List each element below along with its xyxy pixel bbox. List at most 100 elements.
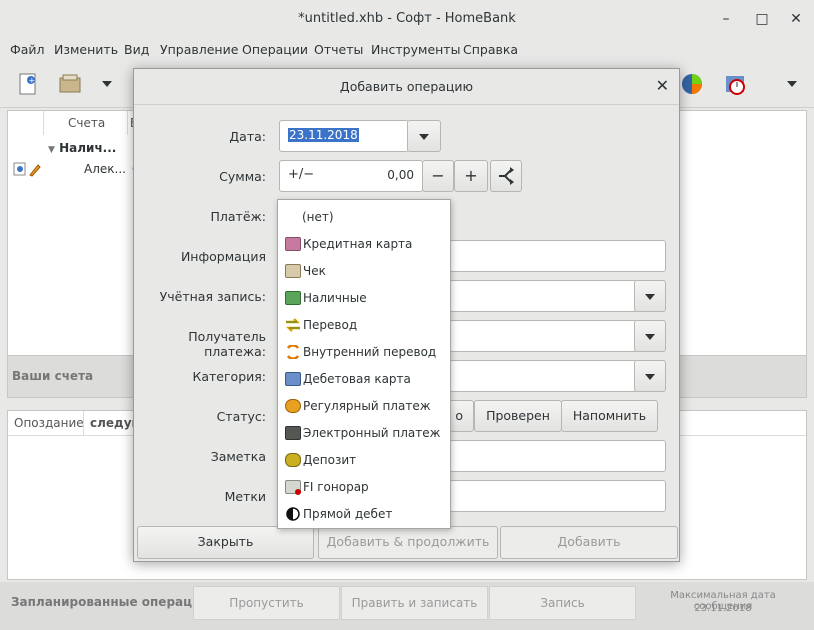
amount-input[interactable]: +/− 0,00 <box>279 160 423 192</box>
payment-option[interactable]: Регулярный платеж <box>278 393 450 420</box>
payment-option[interactable]: Чек <box>278 258 450 285</box>
menubar: Файл Изменить Вид Управление Операции От… <box>0 38 814 62</box>
payment-option[interactable]: Наличные <box>278 285 450 312</box>
account-row-label[interactable]: Алек... <box>84 162 126 176</box>
chevron-down-icon <box>645 334 655 340</box>
open-file-icon[interactable] <box>58 72 82 96</box>
col-late[interactable]: Опоздание <box>8 411 84 435</box>
payment-option[interactable]: Кредитная карта <box>278 231 450 258</box>
payment-option[interactable]: Дебетовая карта <box>278 366 450 393</box>
chevron-down-icon <box>645 374 655 380</box>
menu-manage[interactable]: Управление <box>160 42 238 57</box>
transfer-icon <box>285 318 301 332</box>
chart-clock-icon[interactable] <box>724 72 748 96</box>
menu-file[interactable]: Файл <box>10 42 45 57</box>
accounts-footer-label: Ваши счета <box>12 369 94 383</box>
amount-minus-button[interactable]: − <box>422 160 454 192</box>
payment-option-label: Наличные <box>303 291 367 305</box>
amount-label: Сумма: <box>219 169 266 184</box>
pie-chart-icon[interactable] <box>680 72 704 96</box>
status-reconciled-button[interactable]: Проверен <box>474 400 562 432</box>
deposit-icon <box>285 453 301 467</box>
add-continue-button[interactable]: Добавить & продолжить <box>318 526 498 559</box>
chevron-down-icon <box>645 294 655 300</box>
account-dropdown-button[interactable] <box>634 280 666 312</box>
cash-icon <box>285 291 301 305</box>
payment-option[interactable]: Депозит <box>278 447 450 474</box>
account-group-label: Налич... <box>59 141 117 155</box>
payment-dropdown-list: (нет) Кредитная карта Чек Наличные Перев… <box>277 199 451 529</box>
account-group-row[interactable]: ▼ Налич... <box>48 141 116 155</box>
menu-tools[interactable]: Инструменты <box>371 42 460 57</box>
max-date-value: 23.11.2018 <box>694 603 752 614</box>
payment-option[interactable]: Электронный платеж <box>278 420 450 447</box>
sign-toggle-icon[interactable]: +/− <box>288 167 314 182</box>
edit-post-button[interactable]: Править и записать <box>341 586 488 620</box>
payment-option-label: Дебетовая карта <box>303 372 411 386</box>
credit-card-icon <box>285 237 301 251</box>
payment-option-label: Депозит <box>303 453 357 467</box>
close-button[interactable]: Закрыть <box>137 526 314 559</box>
menu-edit[interactable]: Изменить <box>54 42 118 57</box>
payment-option-label: Прямой дебет <box>303 507 393 521</box>
dialog-titlebar: Добавить операцию ✕ <box>134 69 679 105</box>
account-label: Учётная запись: <box>159 289 266 304</box>
info-label: Информация <box>180 249 266 264</box>
payment-option[interactable]: Прямой дебет <box>278 501 450 528</box>
date-input[interactable]: 23.11.2018 <box>279 120 409 152</box>
payment-option-label: Кредитная карта <box>303 237 413 251</box>
minimize-icon[interactable]: – <box>716 9 736 29</box>
chevron-down-icon <box>419 134 429 140</box>
menu-transactions[interactable]: Операции <box>242 42 308 57</box>
debit-card-icon <box>285 372 301 386</box>
amount-value: 0,00 <box>387 168 414 182</box>
menu-view[interactable]: Вид <box>124 42 149 57</box>
window-titlebar: *untitled.xhb - Софт - HomeBank – □ ✕ <box>0 0 814 38</box>
menu-help[interactable]: Справка <box>463 42 518 57</box>
dialog-title: Добавить операцию <box>339 79 474 94</box>
payment-option-label: Перевод <box>303 318 358 332</box>
scheduled-footer: Запланированные операции Пропустить Прав… <box>0 582 814 630</box>
expander-icon[interactable]: ▼ <box>48 145 55 155</box>
menu-reports[interactable]: Отчеты <box>314 42 363 57</box>
more-dropdown-icon[interactable] <box>787 81 797 87</box>
close-window-icon[interactable]: ✕ <box>786 9 806 29</box>
payment-option[interactable]: FI гонорар <box>278 474 450 501</box>
col-accounts[interactable]: Счета <box>44 111 128 135</box>
dialog-footer: Закрыть Добавить & продолжить Добавить <box>134 525 679 561</box>
direct-debit-icon <box>285 507 301 521</box>
date-value: 23.11.2018 <box>288 128 359 142</box>
payment-option[interactable]: (нет) <box>278 204 450 231</box>
amount-plus-button[interactable]: + <box>454 160 488 192</box>
window-title: *untitled.xhb - Софт - HomeBank <box>298 11 516 26</box>
split-icon <box>499 167 514 185</box>
dialog-close-icon[interactable]: ✕ <box>656 76 669 95</box>
new-file-icon[interactable]: + <box>16 72 40 96</box>
payee-dropdown-button[interactable] <box>634 320 666 352</box>
col-icons <box>8 111 44 135</box>
maximize-icon[interactable]: □ <box>752 9 772 29</box>
date-label: Дата: <box>229 129 266 144</box>
payment-option-label: Регулярный платеж <box>303 399 431 413</box>
payment-label: Платёж: <box>210 209 267 224</box>
date-picker-button[interactable] <box>407 120 441 152</box>
post-button[interactable]: Запись <box>489 586 636 620</box>
add-button[interactable]: Добавить <box>500 526 678 559</box>
status-remind-button[interactable]: Напомнить <box>561 400 658 432</box>
payment-option-label: Внутренний перевод <box>303 345 437 359</box>
split-button[interactable] <box>490 160 522 192</box>
skip-button[interactable]: Пропустить <box>193 586 340 620</box>
category-label: Категория: <box>192 369 266 384</box>
payment-option-label: Электронный платеж <box>303 426 441 440</box>
memo-label: Заметка <box>210 449 266 464</box>
standing-order-icon <box>285 399 301 413</box>
payment-option-label: Чек <box>303 264 326 278</box>
check-icon <box>285 264 301 278</box>
open-dropdown-icon[interactable] <box>102 81 112 87</box>
account-edit-icons[interactable] <box>12 161 42 177</box>
electronic-payment-icon <box>285 426 301 440</box>
payment-option[interactable]: Перевод <box>278 312 450 339</box>
scheduled-footer-title: Запланированные операции <box>11 595 209 609</box>
payment-option[interactable]: Внутренний перевод <box>278 339 450 366</box>
category-dropdown-button[interactable] <box>634 360 666 392</box>
